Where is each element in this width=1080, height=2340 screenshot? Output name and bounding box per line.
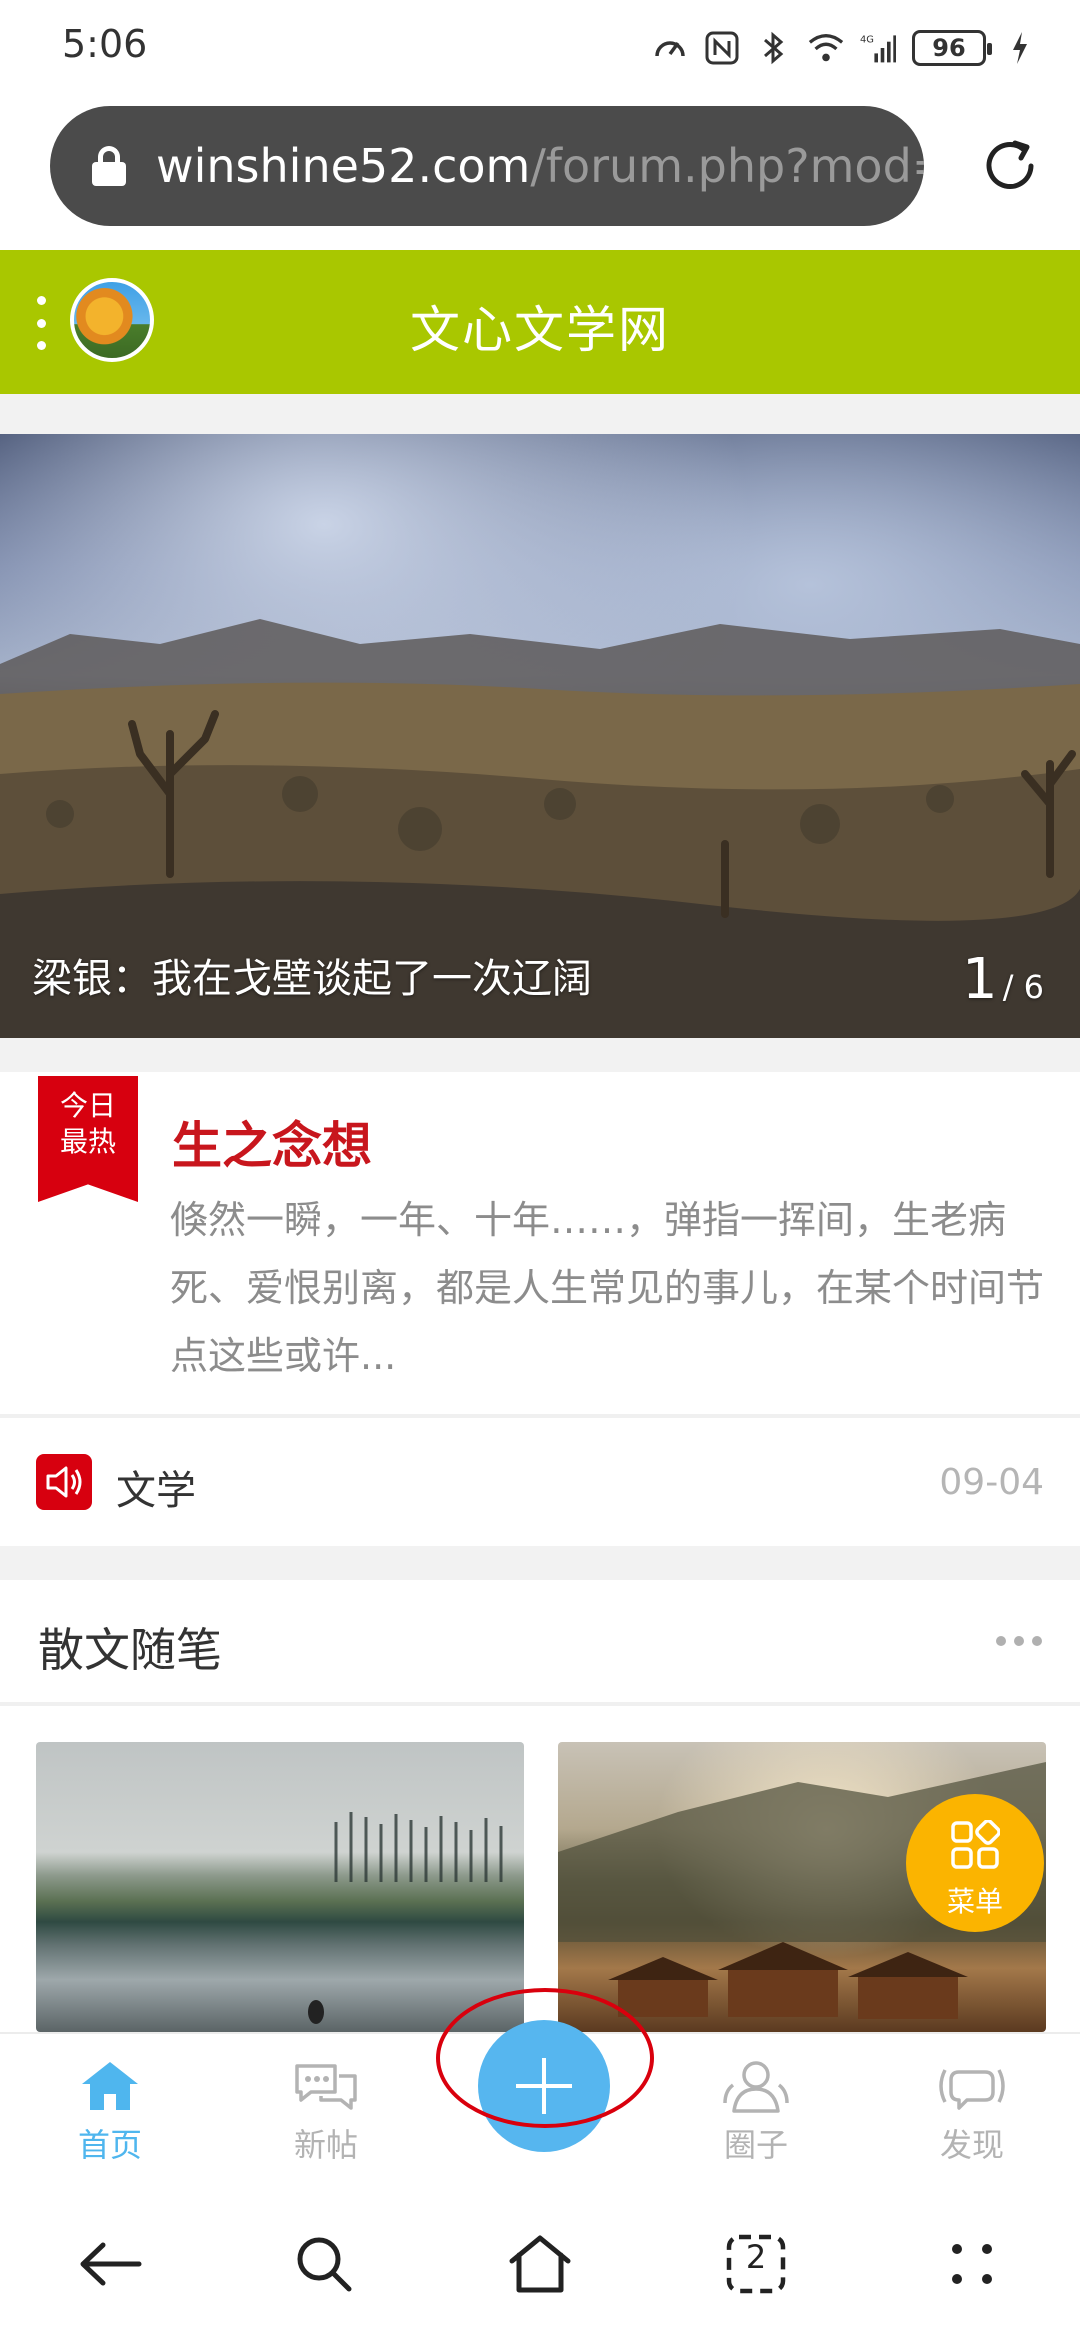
search-button[interactable]: [284, 2224, 364, 2304]
battery-indicator: 96: [912, 30, 992, 66]
badge-line-1: 今日: [59, 1089, 116, 1122]
more-icon[interactable]: [996, 1636, 1042, 1646]
status-bar: 5:06 4G 96: [0, 0, 1080, 96]
banner-caption[interactable]: 梁银：我在戈壁谈起了一次辽阔: [32, 946, 592, 1004]
bluetooth-icon: [756, 30, 792, 66]
notice-row[interactable]: 文学 09-04: [0, 1418, 1080, 1546]
tab-label: 首页: [77, 2126, 142, 2164]
hot-article-excerpt: 倏然一瞬，一年、十年……，弹指一挥间，生老病死、爱恨别离，都是人生常见的事儿，在…: [170, 1198, 1045, 1378]
featured-banner[interactable]: 梁银：我在戈壁谈起了一次辽阔 1 / 6: [0, 434, 1080, 1038]
status-time: 5:06: [62, 22, 148, 66]
hot-article-card[interactable]: 今日 最热 生之念想 倏然一瞬，一年、十年……，弹指一挥间，生老病死、爱恨别离，…: [0, 1072, 1080, 1414]
url-host: winshine52.com: [156, 139, 531, 193]
back-button[interactable]: [70, 2224, 150, 2304]
status-icons: 4G 96: [652, 24, 1038, 72]
menu-fab-button[interactable]: 菜单: [906, 1794, 1044, 1932]
article-thumbnail[interactable]: [36, 1742, 524, 2032]
spacer: [0, 1546, 1080, 1580]
tab-new-posts[interactable]: 新帖: [246, 2056, 406, 2176]
group-icon: [721, 2056, 791, 2116]
signal-4g-icon: 4G: [860, 30, 896, 66]
spacer: [0, 394, 1080, 434]
tab-discover[interactable]: 发现: [892, 2056, 1052, 2176]
nfc-icon: [704, 30, 740, 66]
more-menu-button[interactable]: [932, 2224, 1012, 2304]
site-header: 文心文学网: [0, 250, 1080, 394]
tab-count: 2: [745, 2238, 767, 2276]
badge-line-2: 最热: [59, 1125, 116, 1158]
lock-icon[interactable]: [92, 146, 126, 186]
home-outline-icon: [509, 2235, 571, 2293]
banner-page-counter: 1 / 6: [962, 947, 1044, 1012]
section-title: 散文随笔: [38, 1623, 222, 1677]
reload-button[interactable]: [970, 126, 1050, 206]
tab-label: 新帖: [293, 2126, 358, 2164]
home-icon: [75, 2056, 145, 2116]
wifi-icon: [808, 30, 844, 66]
broadcast-icon: [937, 2056, 1007, 2116]
menu-fab-label: 菜单: [946, 1885, 1003, 1918]
chat-bubbles-icon: [291, 2056, 361, 2116]
divider: [0, 1702, 1080, 1706]
home-button[interactable]: [500, 2224, 580, 2304]
more-icon: [952, 2244, 992, 2284]
back-icon: [80, 2242, 142, 2286]
spacer: [0, 1038, 1080, 1072]
tab-label: 圈子: [723, 2126, 788, 2164]
notice-date: 09-04: [939, 1462, 1044, 1503]
plus-icon: [516, 2058, 572, 2114]
svg-text:4G: 4G: [860, 35, 874, 46]
section-header: 散文随笔: [0, 1580, 1080, 1704]
address-bar[interactable]: winshine52.com/forum.php?mod=g: [50, 106, 924, 226]
lake-image: [308, 1812, 503, 2024]
system-nav-bar: 2: [0, 2184, 1080, 2340]
hot-article-title[interactable]: 生之念想: [172, 1106, 372, 1178]
site-title: 文心文学网: [410, 301, 670, 359]
notice-label[interactable]: 文学: [116, 1458, 196, 1516]
speed-icon: [652, 30, 688, 66]
banner-current: 1: [961, 947, 998, 1012]
tabs-button[interactable]: 2: [716, 2224, 796, 2304]
apps-icon: [951, 1820, 1000, 1869]
url-text[interactable]: winshine52.com/forum.php?mod=g: [156, 139, 924, 193]
tab-circles[interactable]: 圈子: [676, 2056, 836, 2176]
banner-total: / 6: [1002, 968, 1044, 1006]
reload-icon: [986, 140, 1034, 189]
new-post-button[interactable]: [478, 2020, 610, 2152]
today-hot-badge: 今日 最热: [38, 1076, 138, 1202]
url-path: /forum.php?mod=g: [530, 139, 924, 193]
search-icon: [297, 2237, 352, 2292]
charging-icon: [1002, 30, 1038, 66]
tab-home[interactable]: 首页: [30, 2056, 190, 2176]
tab-label: 发现: [939, 2126, 1004, 2164]
browser-address-row: winshine52.com/forum.php?mod=g: [0, 96, 1080, 250]
speaker-icon: [36, 1454, 92, 1510]
